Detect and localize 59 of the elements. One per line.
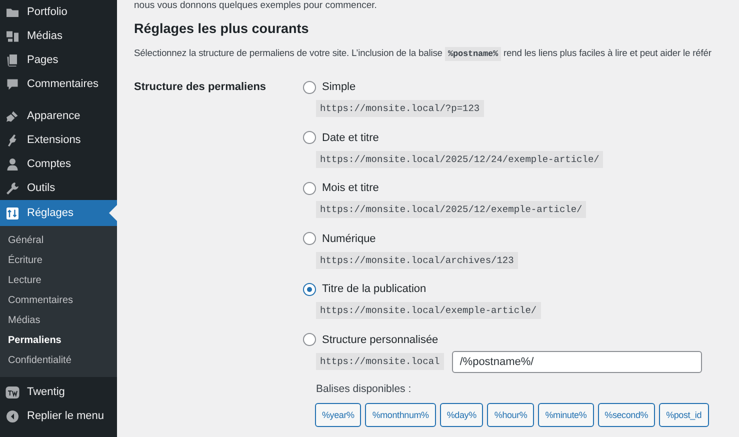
submenu-item[interactable]: Général bbox=[0, 231, 117, 251]
radio-button[interactable] bbox=[303, 131, 316, 144]
submenu-item[interactable]: Confidentialité bbox=[0, 351, 117, 371]
section-heading: Réglages les plus courants bbox=[134, 21, 310, 36]
url-example: https://monsite.local/?p=123 bbox=[316, 100, 484, 117]
submenu-item[interactable]: Lecture bbox=[0, 271, 117, 291]
field-label: Structure des permaliens bbox=[134, 80, 268, 95]
url-example: https://monsite.local/2025/12/24/exemple-article/ bbox=[316, 150, 604, 168]
menu-item[interactable]: Commentaires bbox=[0, 72, 117, 96]
tag-button[interactable]: %monthnum% bbox=[365, 403, 436, 427]
structure-input[interactable]: /%postname%/ bbox=[452, 350, 702, 372]
description-text: Sélectionnez la structure de permaliens de votre site. L’inclusion de la balise %postname% rend les liens plus faciles à lire et peut aider le référ bbox=[134, 47, 712, 59]
menu-item[interactable]: Apparence bbox=[0, 104, 117, 128]
settings-icon bbox=[5, 206, 20, 220]
radio-button[interactable] bbox=[303, 80, 316, 94]
user-icon bbox=[5, 156, 20, 172]
menu-item[interactable]: Extensions bbox=[0, 128, 117, 152]
radio-option[interactable]: Mois et titre bbox=[303, 181, 379, 195]
wrench-icon bbox=[5, 180, 20, 196]
tag-button[interactable]: %second% bbox=[598, 403, 656, 427]
radio-option[interactable]: Structure personnalisée bbox=[303, 332, 438, 346]
url-example: https://monsite.local/archives/123 bbox=[316, 252, 518, 268]
tag-button[interactable]: %day% bbox=[440, 403, 484, 427]
radio-option[interactable]: Date et titre bbox=[303, 130, 379, 144]
menu-item[interactable]: Comptes bbox=[0, 152, 117, 176]
intro-text: nous vous donnons quelques exemples pour commencer. bbox=[134, 0, 378, 11]
menu-item[interactable]: Pages bbox=[0, 48, 117, 72]
comment-icon bbox=[5, 76, 20, 92]
tw-logo-icon bbox=[5, 384, 20, 400]
tag-button[interactable]: %minute% bbox=[538, 403, 594, 427]
menu-item[interactable]: Médias bbox=[0, 24, 117, 48]
menu-item[interactable]: Réglages bbox=[0, 200, 117, 226]
radio-button[interactable] bbox=[303, 182, 316, 194]
url-example: https://monsite.local/2025/12/exemple-article/ bbox=[316, 201, 586, 218]
radio-option[interactable]: Simple bbox=[303, 80, 356, 94]
submenu-item[interactable]: Médias bbox=[0, 311, 117, 331]
pointer-icon bbox=[109, 205, 117, 221]
menu-item[interactable]: Portfolio bbox=[0, 0, 117, 24]
submenu-item[interactable]: Permaliens bbox=[0, 331, 117, 351]
pages-icon bbox=[5, 52, 20, 68]
radio-button[interactable] bbox=[303, 282, 316, 296]
brush-icon bbox=[5, 108, 20, 124]
media-icon bbox=[5, 28, 20, 44]
radio-button[interactable] bbox=[303, 333, 316, 346]
collapse-icon bbox=[5, 408, 20, 424]
tag-button[interactable]: %post_id bbox=[659, 403, 709, 427]
submenu-item[interactable]: Commentaires bbox=[0, 291, 117, 311]
url-prefix: https://monsite.local bbox=[316, 353, 444, 370]
tag-button[interactable]: %hour% bbox=[487, 403, 534, 427]
submenu-item[interactable]: Écriture bbox=[0, 251, 117, 271]
url-example: https://monsite.local/exemple-article/ bbox=[316, 302, 541, 319]
radio-button[interactable] bbox=[303, 232, 316, 245]
menu-item[interactable]: Outils bbox=[0, 176, 117, 200]
radio-option[interactable]: Numérique bbox=[303, 232, 376, 246]
menu-item[interactable]: Replier le menu bbox=[0, 404, 117, 428]
tag-button[interactable]: %year% bbox=[315, 403, 362, 427]
menu-item[interactable]: Twentig bbox=[0, 380, 117, 404]
tags-label: Balises disponibles : bbox=[316, 383, 412, 395]
radio-option[interactable]: Titre de la publication bbox=[303, 282, 426, 296]
